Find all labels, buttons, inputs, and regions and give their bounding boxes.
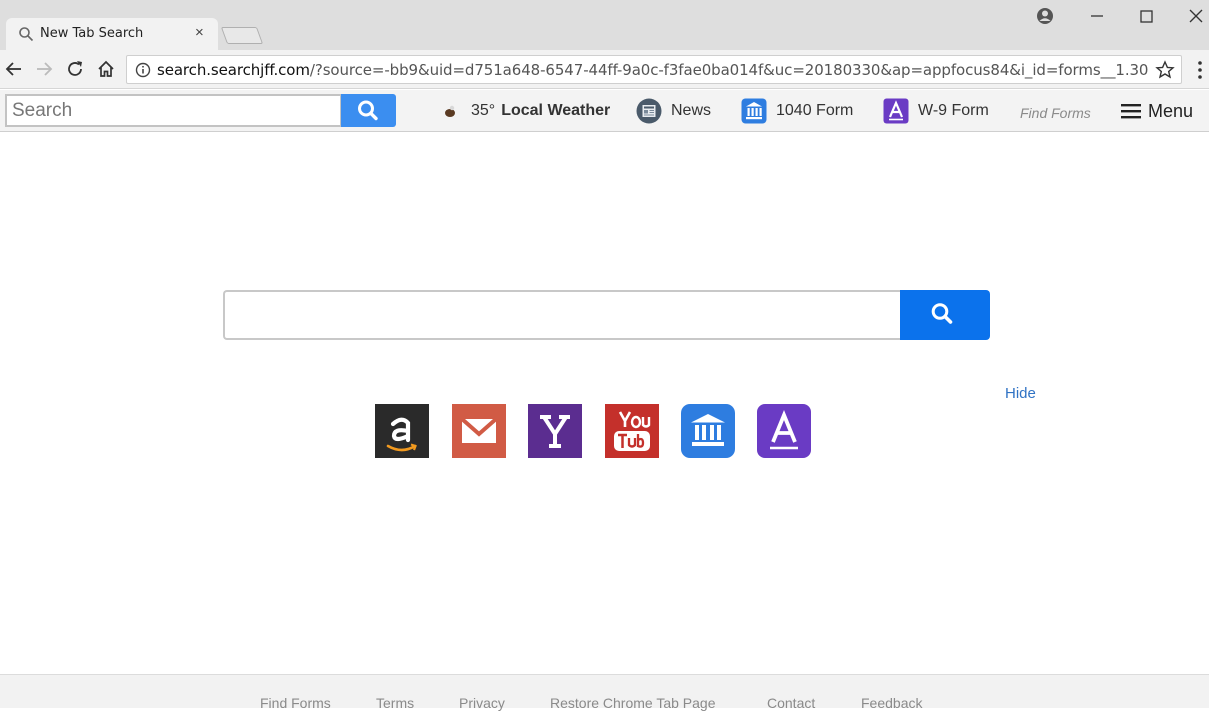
hamburger-icon bbox=[1121, 104, 1141, 119]
w9-form-label: W-9 Form bbox=[918, 102, 989, 119]
w9-form-link[interactable]: W-9 Form bbox=[883, 96, 989, 126]
close-window-icon[interactable] bbox=[1184, 4, 1208, 28]
search-icon bbox=[19, 27, 34, 42]
forward-arrow-icon[interactable] bbox=[33, 58, 55, 80]
home-icon[interactable] bbox=[95, 58, 117, 80]
letter-a-icon bbox=[883, 98, 909, 124]
browser-toolbar: search.searchjff.com/?source=-bb9&uid=d7… bbox=[0, 50, 1209, 89]
gmail-icon bbox=[452, 404, 506, 458]
form-1040-label: 1040 Form bbox=[776, 102, 854, 119]
letter-a-icon bbox=[757, 404, 811, 458]
weather-label: Local Weather bbox=[501, 102, 611, 119]
search-icon bbox=[931, 303, 953, 324]
new-tab-button[interactable] bbox=[220, 27, 264, 44]
news-label: News bbox=[671, 102, 712, 119]
toolbar-search-input[interactable] bbox=[7, 96, 340, 125]
footer-link-terms[interactable]: Terms bbox=[376, 695, 414, 711]
tab-title: New Tab Search bbox=[40, 26, 144, 41]
info-icon[interactable] bbox=[135, 62, 151, 78]
main-search-box bbox=[223, 290, 901, 340]
extension-toolbar: 35° Local Weather News 1040 Form bbox=[0, 90, 1209, 132]
hide-shortcuts-link[interactable]: Hide bbox=[1005, 385, 1036, 402]
weather-icon bbox=[445, 105, 455, 117]
weather-temperature: 35° bbox=[471, 102, 496, 119]
url-host: search.searchjff.com bbox=[157, 61, 310, 79]
address-bar[interactable]: search.searchjff.com/?source=-bb9&uid=d7… bbox=[126, 55, 1182, 84]
main-search-button[interactable] bbox=[900, 290, 990, 340]
browser-tab[interactable]: New Tab Search × bbox=[6, 18, 218, 50]
toolbar-search-button[interactable] bbox=[341, 94, 396, 127]
page-footer: Find Forms Terms Privacy Restore Chrome … bbox=[0, 674, 1209, 711]
youtube-tile[interactable] bbox=[605, 404, 659, 458]
toolbar-search-box bbox=[5, 94, 342, 127]
government-building-icon bbox=[681, 404, 735, 458]
amazon-tile[interactable] bbox=[375, 404, 429, 458]
weather-widget[interactable]: 35° Local Weather bbox=[441, 96, 610, 126]
reload-icon[interactable] bbox=[64, 58, 86, 80]
maximize-icon[interactable] bbox=[1134, 4, 1158, 28]
url-text: search.searchjff.com/?source=-bb9&uid=d7… bbox=[157, 61, 1148, 79]
footer-link-feedback[interactable]: Feedback bbox=[861, 695, 922, 711]
form-1040-link[interactable]: 1040 Form bbox=[741, 96, 853, 126]
menu-label: Menu bbox=[1148, 100, 1194, 121]
form-1040-tile[interactable] bbox=[681, 404, 735, 458]
profile-icon[interactable] bbox=[1033, 4, 1057, 28]
chrome-menu-icon[interactable] bbox=[1192, 59, 1208, 81]
menu-button[interactable]: Menu bbox=[1121, 99, 1193, 123]
yahoo-icon bbox=[528, 404, 582, 458]
youtube-icon bbox=[605, 404, 659, 458]
find-forms-link[interactable]: Find Forms bbox=[1020, 105, 1091, 121]
footer-link-privacy[interactable]: Privacy bbox=[459, 695, 505, 711]
tab-strip: New Tab Search × bbox=[0, 0, 1209, 50]
bookmark-star-icon[interactable] bbox=[1155, 60, 1175, 80]
tab-close-icon[interactable]: × bbox=[195, 24, 204, 41]
search-icon bbox=[358, 100, 378, 121]
back-arrow-icon[interactable] bbox=[3, 58, 25, 80]
yahoo-tile[interactable] bbox=[528, 404, 582, 458]
gmail-tile[interactable] bbox=[452, 404, 506, 458]
government-building-icon bbox=[741, 98, 767, 124]
main-search-input[interactable] bbox=[225, 292, 901, 338]
url-query: /?source=-bb9&uid=d751a648-6547-44ff-9a0… bbox=[309, 61, 1149, 79]
news-link[interactable]: News bbox=[636, 96, 711, 126]
footer-link-restore-chrome-tab[interactable]: Restore Chrome Tab Page bbox=[550, 695, 716, 711]
amazon-icon bbox=[375, 404, 429, 458]
minimize-icon[interactable] bbox=[1085, 4, 1109, 28]
footer-link-find-forms[interactable]: Find Forms bbox=[260, 695, 331, 711]
w9-form-tile[interactable] bbox=[757, 404, 811, 458]
news-icon bbox=[636, 98, 662, 124]
footer-link-contact[interactable]: Contact bbox=[767, 695, 815, 711]
